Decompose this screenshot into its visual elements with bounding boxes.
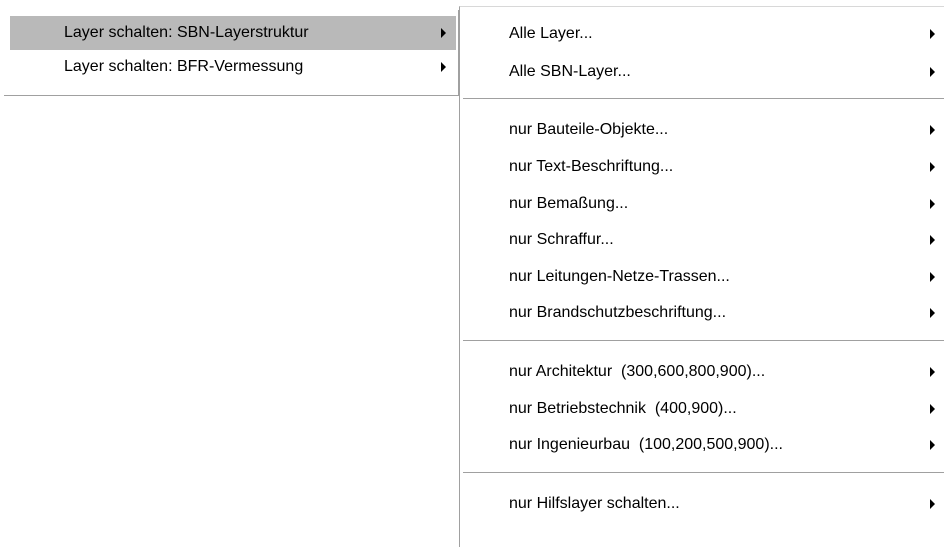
menu-item-label: Alle SBN-Layer...	[509, 63, 631, 80]
menu-item-alle-layer[interactable]: Alle Layer...	[460, 17, 944, 51]
menu-item-alle-sbn-layer[interactable]: Alle SBN-Layer...	[460, 55, 944, 89]
submenu-arrow-icon	[930, 404, 935, 414]
menu-item-nur-bemassung[interactable]: nur Bemaßung...	[460, 187, 944, 221]
menu-item-label: nur Bauteile-Objekte...	[509, 121, 669, 138]
menu-item-nur-architektur[interactable]: nur Architektur (300,600,800,900)...	[460, 355, 944, 389]
submenu-arrow-icon	[930, 162, 935, 172]
menu-item-label: Layer schalten: BFR-Vermessung	[64, 58, 304, 75]
menu-item-label: nur Betriebstechnik (400,900)...	[509, 400, 737, 417]
menu-item-label: nur Brandschutzbeschriftung...	[509, 304, 727, 321]
menu-item-label: nur Schraffur...	[509, 231, 614, 248]
menu-item-nur-schraffur[interactable]: nur Schraffur...	[460, 223, 944, 257]
menu-item-label: Alle Layer...	[509, 25, 593, 42]
submenu-arrow-icon	[930, 199, 935, 209]
submenu-sbn-layerstruktur: Alle Layer... Alle SBN-Layer... nur Baut…	[459, 6, 944, 547]
menu-separator	[463, 98, 944, 100]
menu-item-nur-betriebstechnik[interactable]: nur Betriebstechnik (400,900)...	[460, 392, 944, 426]
menu-item-layer-schalten-bfr[interactable]: Layer schalten: BFR-Vermessung	[4, 50, 458, 84]
submenu-arrow-icon	[930, 499, 935, 509]
parent-context-menu: Layer schalten: SBN-Layerstruktur Layer …	[4, 10, 459, 96]
menu-item-label: Layer schalten: SBN-Layerstruktur	[64, 24, 309, 41]
menu-item-label: nur Architektur (300,600,800,900)...	[509, 363, 766, 380]
submenu-arrow-icon	[441, 28, 446, 38]
menu-item-nur-hilfslayer-schalten[interactable]: nur Hilfslayer schalten...	[460, 487, 944, 521]
submenu-arrow-icon	[930, 235, 935, 245]
submenu-arrow-icon	[930, 367, 935, 377]
submenu-arrow-icon	[930, 125, 935, 135]
submenu-arrow-icon	[930, 440, 935, 450]
menu-item-nur-brandschutzbeschriftung[interactable]: nur Brandschutzbeschriftung...	[460, 296, 944, 330]
submenu-arrow-icon	[930, 308, 935, 318]
menu-item-label: nur Hilfslayer schalten...	[509, 495, 680, 512]
menu-item-nur-leitungen-netze-trassen[interactable]: nur Leitungen-Netze-Trassen...	[460, 260, 944, 294]
menu-separator	[463, 340, 944, 342]
menu-item-nur-bauteile-objekte[interactable]: nur Bauteile-Objekte...	[460, 113, 944, 147]
submenu-arrow-icon	[441, 62, 446, 72]
submenu-arrow-icon	[930, 67, 935, 77]
menu-separator	[463, 472, 944, 474]
menu-item-label: nur Leitungen-Netze-Trassen...	[509, 268, 730, 285]
submenu-arrow-icon	[930, 272, 935, 282]
menu-item-label: nur Ingenieurbau (100,200,500,900)...	[509, 436, 783, 453]
menu-item-label: nur Bemaßung...	[509, 195, 629, 212]
submenu-arrow-icon	[930, 29, 935, 39]
menu-item-layer-schalten-sbn[interactable]: Layer schalten: SBN-Layerstruktur	[10, 16, 456, 50]
menu-item-label: nur Text-Beschriftung...	[509, 158, 674, 175]
menu-item-nur-ingenieurbau[interactable]: nur Ingenieurbau (100,200,500,900)...	[460, 428, 944, 462]
menu-item-nur-text-beschriftung[interactable]: nur Text-Beschriftung...	[460, 150, 944, 184]
